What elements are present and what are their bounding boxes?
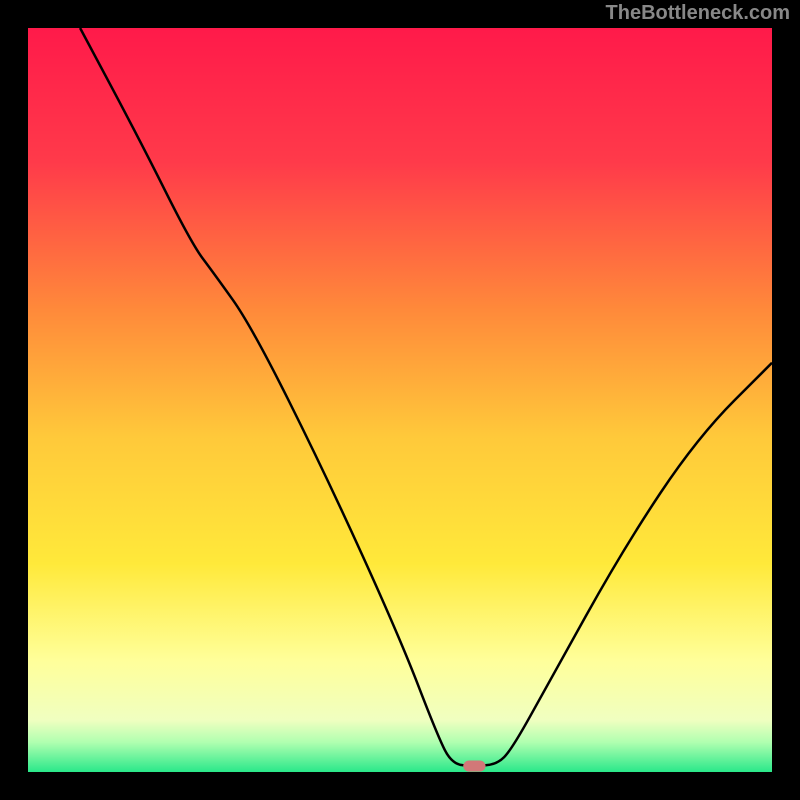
bottleneck-chart: TheBottleneck.com (0, 0, 800, 800)
frame-left (0, 0, 28, 800)
frame-right (772, 0, 800, 800)
watermark-text: TheBottleneck.com (606, 2, 790, 25)
optimal-marker (463, 760, 485, 771)
frame-bottom (0, 772, 800, 800)
chart-svg (0, 0, 800, 800)
